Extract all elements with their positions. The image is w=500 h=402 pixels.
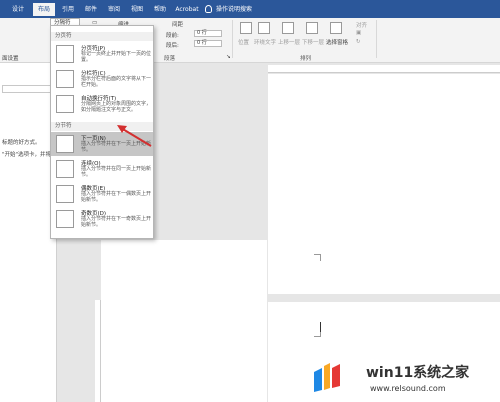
text-wrapping-icon bbox=[56, 95, 74, 113]
menu-item-continuous[interactable]: 连续(O) 插入分节符并在同一页上开始新节。 bbox=[51, 157, 153, 181]
tell-me-search[interactable]: 操作说明搜索 bbox=[216, 3, 266, 16]
ribbon-separator bbox=[376, 20, 377, 58]
tab-layout[interactable]: 布局 bbox=[33, 3, 55, 16]
position-button[interactable]: 位置 bbox=[238, 38, 249, 46]
watermark-site-url: www.relsound.com bbox=[370, 384, 446, 393]
bring-forward-icon[interactable] bbox=[282, 22, 294, 34]
text-cursor bbox=[320, 322, 321, 332]
menu-item-page-break[interactable]: 分页符(P) 标记一页终止并开始下一页的位置。 bbox=[51, 42, 153, 66]
ribbon-separator bbox=[232, 20, 233, 58]
tab-design[interactable]: 设计 bbox=[6, 3, 30, 16]
align-button[interactable]: 对齐 bbox=[356, 21, 367, 29]
tab-review[interactable]: 审阅 bbox=[104, 3, 124, 16]
arrange-group-label: 排列 bbox=[300, 56, 312, 62]
bring-forward-button[interactable]: 上移一层 bbox=[278, 38, 300, 46]
even-page-icon bbox=[56, 185, 74, 203]
navigation-pane: 面设置 标题的好方式。 "开始"选项卡，并将文档中 bbox=[0, 56, 68, 402]
position-icon[interactable] bbox=[240, 22, 252, 34]
odd-page-icon bbox=[56, 210, 74, 228]
continuous-icon bbox=[56, 160, 74, 178]
tab-help[interactable]: 帮助 bbox=[150, 3, 170, 16]
selection-pane-icon[interactable] bbox=[330, 22, 342, 34]
document-page[interactable] bbox=[268, 74, 500, 294]
menu-item-text-wrapping[interactable]: 自动换行符(T) 分隔网页上的对象周围的文字，如分隔题注文字与正文。 bbox=[51, 92, 153, 116]
ribbon-tab-bar: 设计 布局 引用 邮件 审阅 视图 帮助 Acrobat 操作说明搜索 bbox=[0, 0, 500, 18]
lightbulb-icon bbox=[205, 5, 212, 13]
spacing-before-label: 段前: bbox=[166, 33, 179, 39]
tab-view[interactable]: 视图 bbox=[127, 3, 147, 16]
wrap-text-button[interactable]: 环绕文字 bbox=[254, 38, 276, 46]
menu-item-column-break[interactable]: 分栏符(C) 指示分栏符后面的文字将从下一栏开始。 bbox=[51, 67, 153, 91]
horizontal-ruler bbox=[268, 65, 500, 73]
selection-pane-button[interactable]: 选择窗格 bbox=[326, 38, 348, 46]
menu-item-description: 标记一页终止并开始下一页的位置。 bbox=[81, 51, 152, 63]
next-page-icon bbox=[56, 135, 74, 153]
watermark-logo-icon bbox=[314, 363, 340, 392]
page-margin-corner bbox=[314, 254, 321, 261]
paragraph-launcher-icon[interactable]: ↘ bbox=[226, 54, 231, 60]
tab-acrobat[interactable]: Acrobat bbox=[173, 3, 201, 16]
page-setup-label: 面设置 bbox=[2, 56, 19, 62]
column-break-icon bbox=[56, 70, 74, 88]
spacing-label: 间距 bbox=[172, 22, 184, 28]
menu-item-description: 插入分节符并在下一偶数页上开始新节。 bbox=[81, 191, 152, 203]
spacing-before-input[interactable]: 0 行 bbox=[194, 30, 222, 37]
menu-item-description: 插入分节符并在同一页上开始新节。 bbox=[81, 166, 152, 178]
document-page[interactable] bbox=[101, 240, 267, 402]
send-backward-icon[interactable] bbox=[306, 22, 318, 34]
watermark-site-name: win11系统之家 bbox=[366, 365, 470, 381]
navigation-search-box[interactable] bbox=[2, 85, 52, 93]
paragraph-group-label: 段落 bbox=[164, 56, 176, 62]
send-backward-button[interactable]: 下移一层 bbox=[302, 38, 324, 46]
menu-item-odd-page[interactable]: 奇数页(D) 插入分节符并在下一奇数页上开始新节。 bbox=[51, 207, 153, 231]
spacing-after-label: 段后: bbox=[166, 43, 179, 49]
annotation-arrow-icon bbox=[117, 125, 152, 147]
page-break-icon bbox=[56, 45, 74, 63]
menu-item-even-page[interactable]: 偶数页(E) 插入分节符并在下一偶数页上开始新节。 bbox=[51, 182, 153, 206]
tab-mailings[interactable]: 邮件 bbox=[81, 3, 101, 16]
wrap-text-icon[interactable] bbox=[258, 22, 270, 34]
section-header-page-breaks: 分页符 bbox=[51, 32, 153, 41]
menu-item-description: 分隔网页上的对象周围的文字，如分隔题注文字与正文。 bbox=[81, 101, 152, 113]
rotate-icon[interactable]: ↻ bbox=[356, 39, 361, 45]
nav-hint-line1: 标题的好方式。 bbox=[2, 140, 41, 146]
menu-item-description: 指示分栏符后面的文字将从下一栏开始。 bbox=[81, 76, 152, 88]
spacing-after-input[interactable]: 0 行 bbox=[194, 40, 222, 47]
menu-item-description: 插入分节符并在下一奇数页上开始新节。 bbox=[81, 216, 152, 228]
tab-references[interactable]: 引用 bbox=[58, 3, 78, 16]
group-objects-icon[interactable]: ▣ bbox=[356, 30, 361, 36]
